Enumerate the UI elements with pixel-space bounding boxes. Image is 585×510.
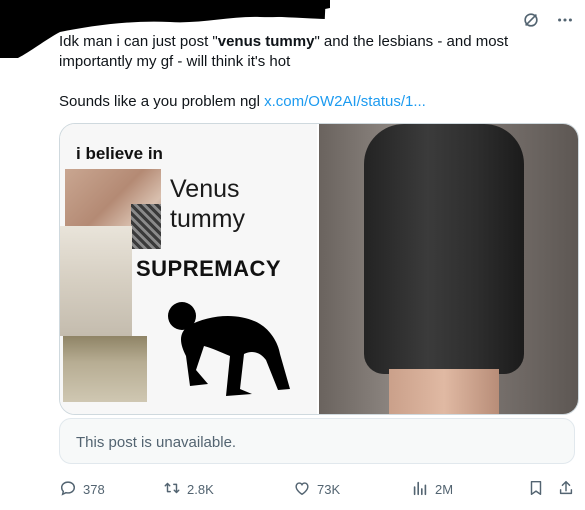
like-count: 73K [317,481,341,497]
meme-photo-dress [60,226,132,336]
grok-icon[interactable] [521,10,541,30]
views-button[interactable]: 2M [411,479,453,500]
repost-icon [163,479,181,500]
reply-button[interactable]: 378 [59,479,105,500]
post-text: Idk man i can just post "venus tummy" an… [59,32,559,112]
post-text-part: Idk man i can just post " [59,33,218,50]
like-icon [293,479,311,500]
repost-count: 2.8K [187,481,214,497]
meme-image[interactable]: i believe in Venus tummy SUPREMACY [60,124,317,414]
media-grid[interactable]: i believe in Venus tummy SUPREMACY [59,123,579,415]
meme-supremacy-text: SUPREMACY [136,256,282,281]
more-icon[interactable] [555,10,575,30]
views-count: 2M [435,481,454,497]
post-text-bold: venus tummy [217,33,315,50]
dress-photo[interactable] [319,124,578,414]
share-button[interactable] [557,479,575,500]
like-button[interactable]: 73K [293,479,340,500]
bookmark-icon [527,479,545,500]
meme-photo-skirt [63,336,147,402]
meme-venus-word: Venus [170,175,240,203]
reply-icon [59,479,77,500]
quoted-post-unavailable: This post is unavailable. [59,418,575,464]
views-icon [411,479,429,500]
share-icon [557,479,575,500]
repost-button[interactable]: 2.8K [163,479,214,500]
reply-count: 378 [83,481,105,497]
meme-venus-text: Venus tummy [170,174,245,234]
bookmark-button[interactable] [527,479,545,500]
post-text-line2: Sounds like a you problem ngl [59,93,265,110]
meme-tummy-word: tummy [170,205,245,233]
meme-believe-text: i believe in [76,144,163,163]
quoted-link[interactable]: x.com/OW2AI/status/1... [264,93,426,110]
kneeling-silhouette [168,302,290,396]
